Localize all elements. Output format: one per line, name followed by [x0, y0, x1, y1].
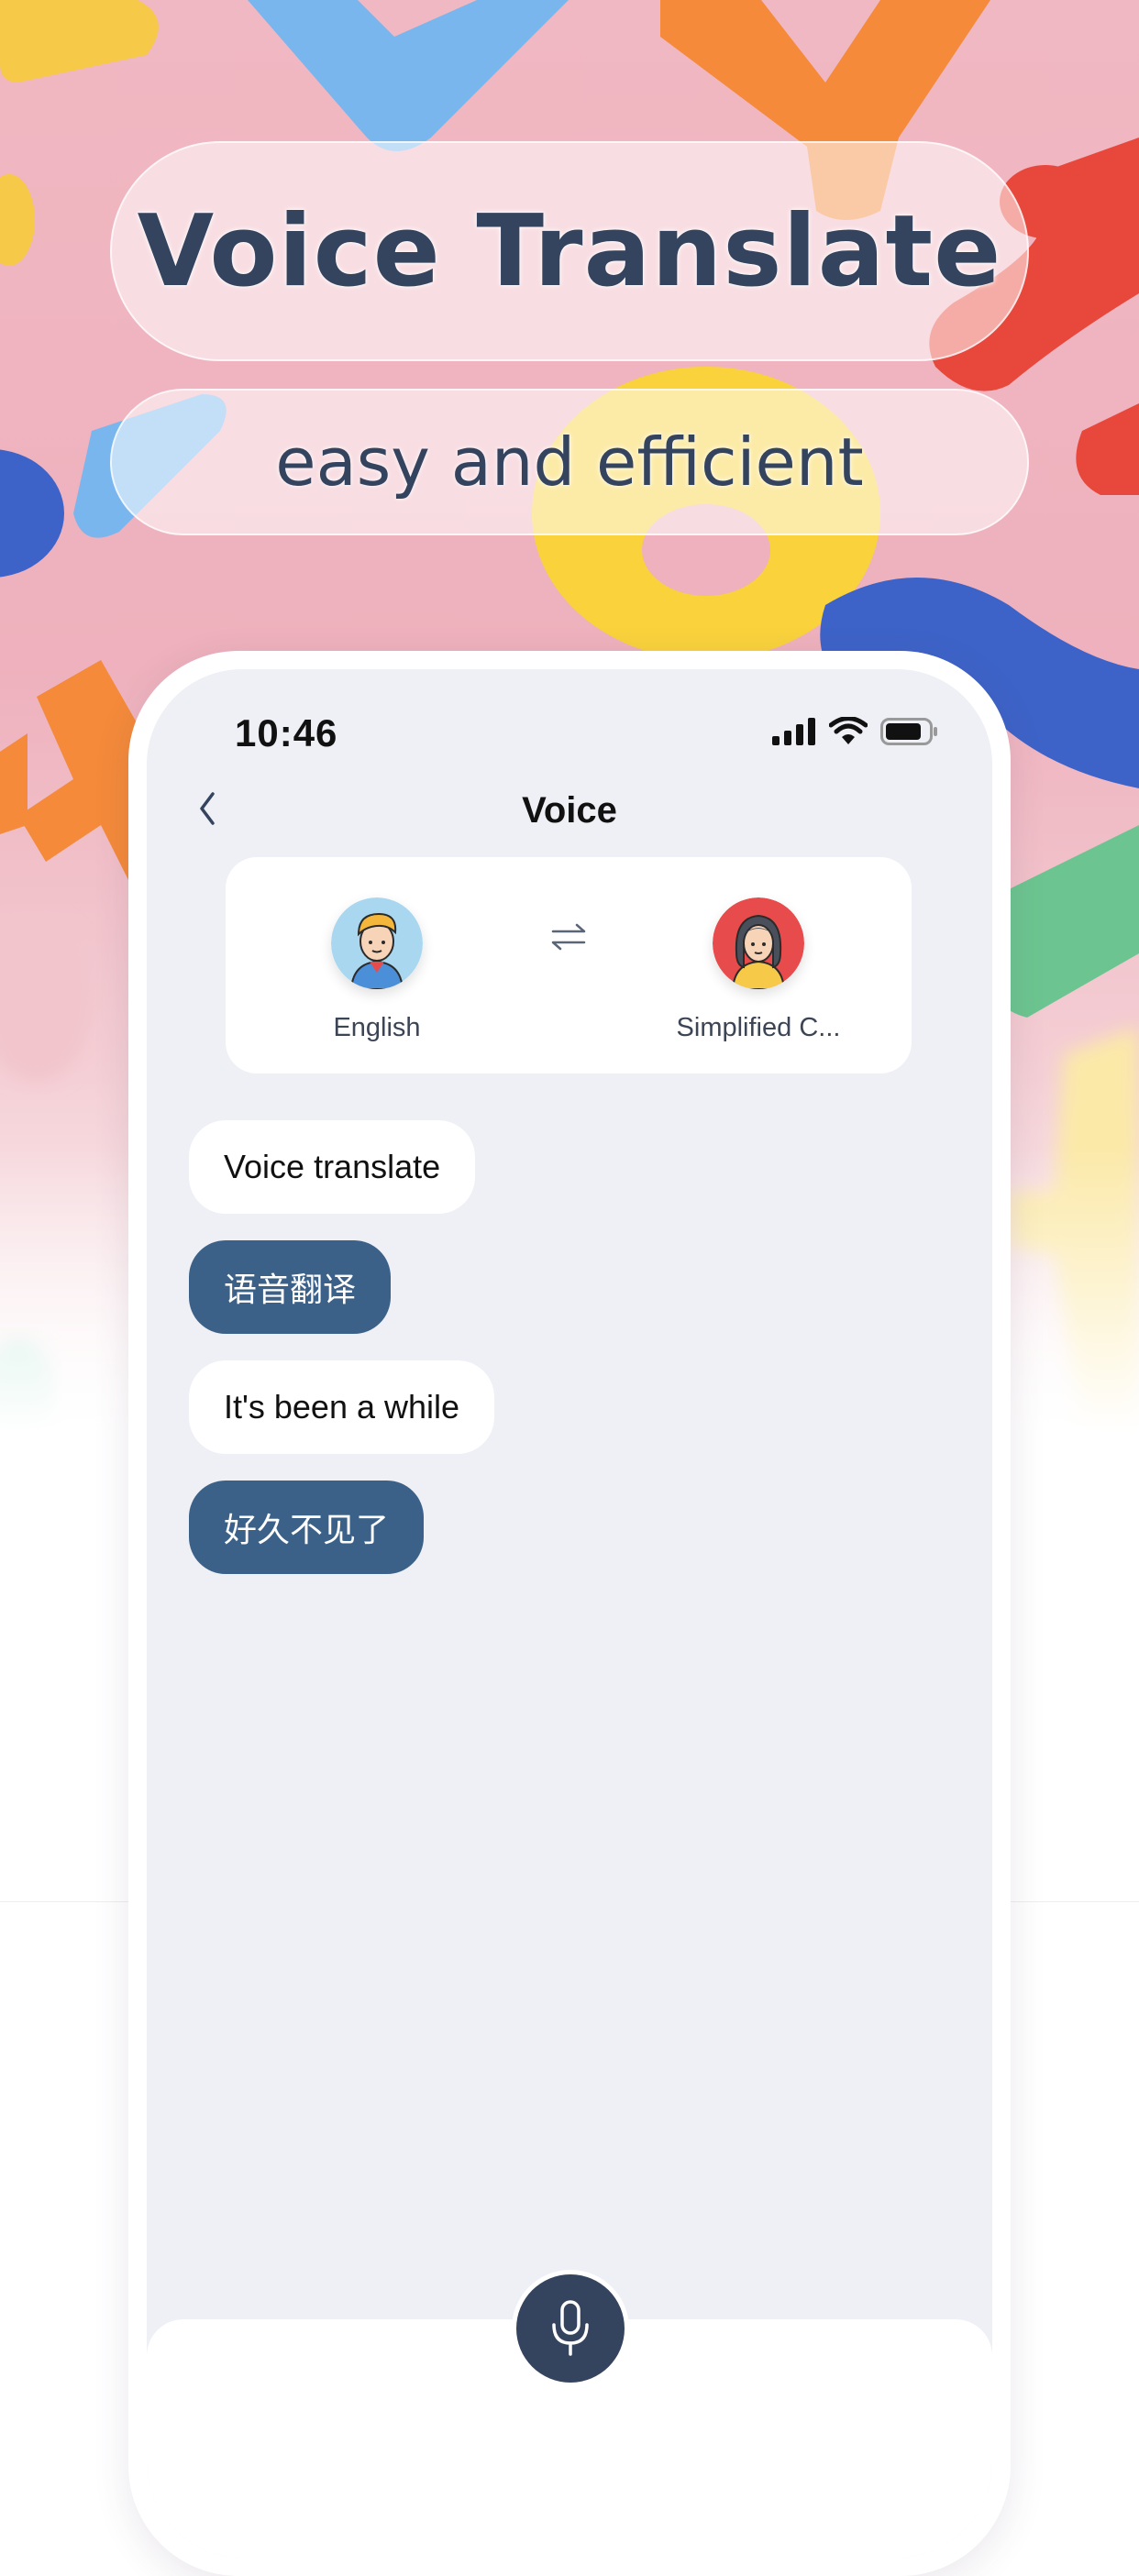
swap-languages-button[interactable] — [546, 914, 592, 960]
page-title: Voice — [522, 790, 617, 831]
swap-arrows-icon — [551, 923, 586, 951]
target-language[interactable]: Simplified C... — [644, 897, 873, 1043]
phone-mockup: 10:46 Voice English Simplified C... Voic… — [128, 651, 1011, 2576]
app-screen: 10:46 Voice English Simplified C... Voic… — [147, 669, 992, 2558]
source-language[interactable]: English — [262, 897, 492, 1043]
language-selector-card: English Simplified C... — [226, 857, 912, 1073]
promo-subtitle-pill: easy and efficient — [110, 389, 1029, 535]
target-language-label: Simplified C... — [676, 1013, 841, 1042]
boy-avatar-icon — [331, 897, 423, 989]
source-language-label: English — [333, 1013, 421, 1042]
cellular-signal-icon — [772, 718, 815, 745]
promo-title-pill: Voice Translate — [110, 141, 1029, 361]
microphone-icon — [552, 2300, 589, 2356]
message-bubble-translation[interactable]: 语音翻译 — [189, 1240, 392, 1334]
girl-avatar-icon — [713, 897, 804, 989]
promo-subtitle: easy and efficient — [275, 424, 864, 501]
promo-title: Voice Translate — [137, 193, 1002, 309]
status-time: 10:46 — [235, 711, 338, 754]
status-icons — [772, 717, 939, 746]
message-bubble-source[interactable]: Voice translate — [189, 1120, 476, 1214]
message-bubble-translation[interactable]: 好久不见了 — [189, 1481, 425, 1574]
wifi-icon — [829, 717, 868, 744]
message-bubble-source[interactable]: It's been a while — [189, 1360, 495, 1454]
microphone-button[interactable] — [516, 2274, 625, 2383]
battery-icon — [880, 718, 937, 745]
